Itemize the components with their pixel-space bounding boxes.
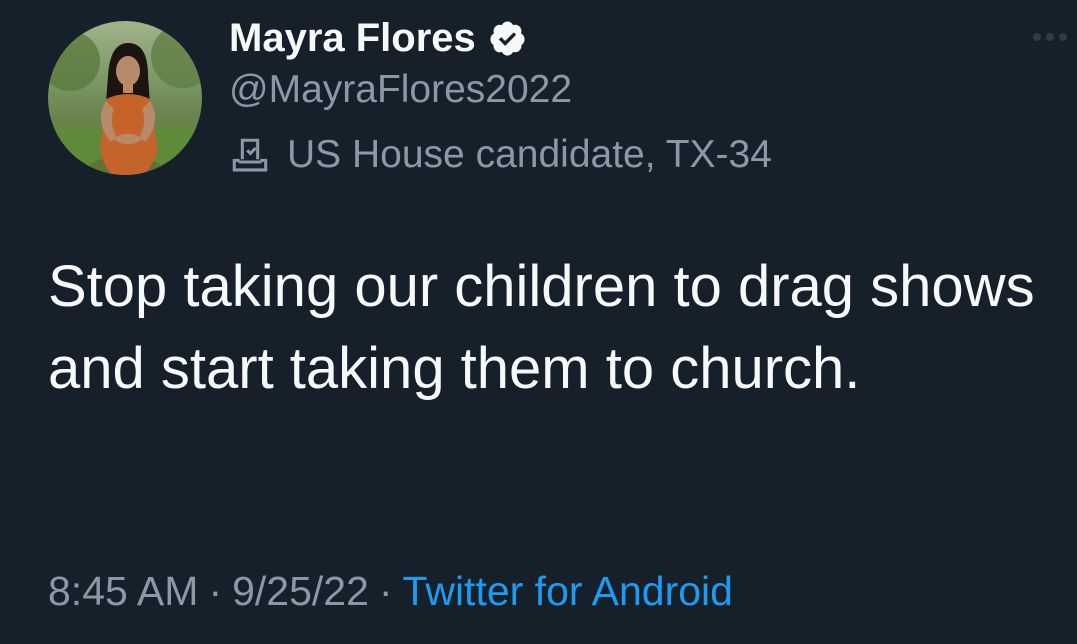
tweet-source-link[interactable]: Twitter for Android xyxy=(403,568,733,614)
separator-dot: · xyxy=(208,568,223,614)
profile-category-row: US House candidate, TX-34 xyxy=(227,130,772,180)
avatar-image xyxy=(48,21,202,175)
ballot-box-icon xyxy=(232,138,268,172)
separator-dot: · xyxy=(378,568,393,614)
verified-badge-icon xyxy=(490,20,525,56)
tweet-time[interactable]: 8:45 AM xyxy=(48,568,198,614)
display-name[interactable]: Mayra Flores xyxy=(229,16,476,61)
tweet-text: Stop taking our children to drag shows a… xyxy=(48,254,1035,401)
avatar[interactable] xyxy=(48,21,202,175)
tweet-metadata: 8:45 AM · 9/25/22 · Twitter for Android xyxy=(48,568,733,615)
author-handle[interactable]: @MayraFlores2022 xyxy=(229,68,572,112)
profile-category: US House candidate, TX-34 xyxy=(287,133,772,176)
more-options-button[interactable] xyxy=(1027,22,1073,52)
tweet-date[interactable]: 9/25/22 xyxy=(232,568,369,614)
author-name-row: Mayra Flores xyxy=(229,13,527,63)
more-dots-icon xyxy=(1033,33,1067,41)
